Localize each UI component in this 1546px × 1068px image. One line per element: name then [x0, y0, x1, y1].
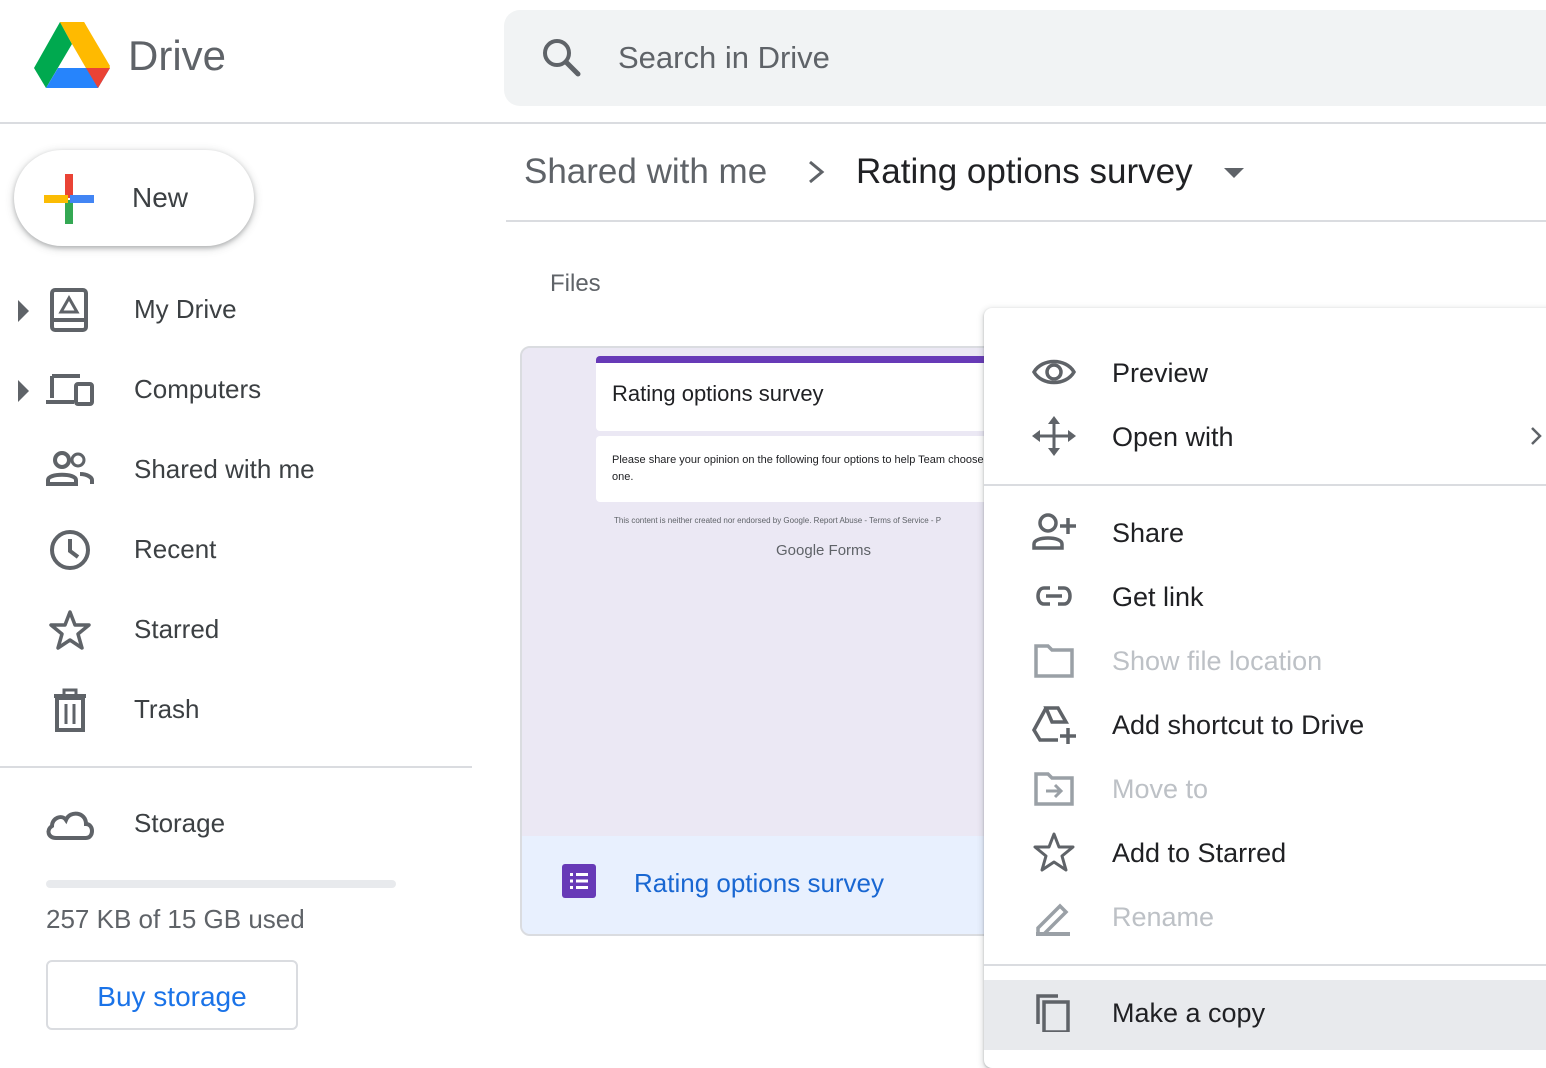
move-to-folder-icon	[1034, 772, 1074, 806]
context-menu: Preview Open with Share Get link Show fi…	[984, 308, 1546, 1068]
buy-storage-button[interactable]: Buy storage	[46, 960, 298, 1030]
thumbnail-form-title: Rating options survey	[612, 381, 824, 406]
folder-icon	[1034, 644, 1074, 678]
menu-item-label: Add shortcut to Drive	[1112, 710, 1365, 740]
shared-with-me-icon	[46, 451, 94, 486]
sidebar-item-shared-with-me[interactable]: Shared with me	[0, 434, 470, 508]
breadcrumb-parent[interactable]: Shared with me	[524, 152, 767, 192]
file-name[interactable]: Rating options survey	[634, 868, 884, 899]
menu-item-rename[interactable]: Rename	[984, 884, 1546, 948]
menu-item-label: Make a copy	[1112, 998, 1266, 1028]
sidebar-item-trash[interactable]: Trash	[0, 674, 470, 748]
cloud-icon	[46, 811, 94, 840]
search-icon[interactable]	[540, 36, 584, 80]
menu-item-open-with[interactable]: Open with	[984, 404, 1546, 468]
new-button[interactable]: New	[14, 150, 254, 246]
menu-item-label: Show file location	[1112, 646, 1323, 676]
sidebar-item-my-drive[interactable]: My Drive	[0, 274, 470, 348]
menu-item-preview[interactable]: Preview	[984, 340, 1546, 404]
menu-item-show-file-location[interactable]: Show file location	[984, 628, 1546, 692]
sidebar-item-label: Computers	[134, 374, 262, 404]
star-icon	[1033, 832, 1075, 872]
app-title[interactable]: Drive	[128, 32, 226, 80]
sidebar-item-computers[interactable]: Computers	[0, 354, 470, 428]
search-input[interactable]	[618, 32, 1518, 84]
thumbnail-brand: Google Forms	[776, 542, 872, 559]
sidebar-divider	[0, 766, 472, 768]
chevron-right-icon	[1531, 427, 1542, 445]
dropdown-arrow-icon[interactable]	[1224, 168, 1244, 178]
thumbnail-form-description: Please share your opinion on the followi…	[612, 454, 984, 483]
menu-item-label: Open with	[1112, 422, 1234, 452]
plus-icon	[44, 174, 94, 224]
menu-item-label: Move to	[1112, 774, 1209, 804]
sidebar-item-label: Trash	[134, 694, 200, 724]
menu-divider	[984, 964, 1546, 966]
storage-usage-bar	[46, 880, 396, 888]
copy-icon	[1036, 994, 1070, 1032]
sidebar-item-storage[interactable]: Storage	[0, 788, 470, 862]
breadcrumb-current[interactable]: Rating options survey	[856, 152, 1193, 192]
menu-item-label: Share	[1112, 518, 1185, 548]
menu-item-label: Add to Starred	[1112, 838, 1287, 868]
menu-item-label: Rename	[1112, 902, 1215, 932]
computers-icon	[46, 374, 94, 406]
top-bar: Drive	[0, 0, 1546, 124]
menu-divider	[984, 484, 1546, 486]
expand-arrow-icon[interactable]	[18, 300, 29, 322]
storage-label: Storage	[134, 808, 226, 838]
menu-item-share[interactable]: Share	[984, 500, 1546, 564]
sidebar-item-label: Shared with me	[134, 454, 315, 484]
sidebar-item-recent[interactable]: Recent	[0, 514, 470, 588]
trash-icon	[54, 688, 86, 732]
thumbnail-disclaimer: This content is neither created nor endo…	[614, 516, 942, 525]
sidebar-item-label: My Drive	[134, 294, 237, 324]
menu-item-label: Get link	[1112, 582, 1204, 612]
clock-icon	[50, 530, 90, 570]
star-icon	[49, 610, 91, 650]
sidebar-item-label: Starred	[134, 614, 220, 644]
new-button-label: New	[132, 182, 189, 213]
menu-item-move-to[interactable]: Move to	[984, 756, 1546, 820]
google-drive-logo-icon[interactable]	[34, 22, 110, 90]
sidebar-item-starred[interactable]: Starred	[0, 594, 470, 668]
google-forms-icon	[562, 864, 596, 898]
link-icon	[1036, 586, 1072, 606]
move-arrows-icon	[1032, 416, 1076, 456]
expand-arrow-icon[interactable]	[18, 380, 29, 402]
storage-used-text: 257 KB of 15 GB used	[46, 904, 305, 934]
menu-item-make-a-copy[interactable]: Make a copy	[984, 980, 1546, 1044]
my-drive-icon	[50, 288, 88, 332]
menu-item-get-link[interactable]: Get link	[984, 564, 1546, 628]
chevron-right-icon	[809, 160, 825, 184]
breadcrumb: Shared with me Rating options survey	[506, 124, 1546, 222]
eye-icon	[1032, 359, 1076, 385]
search-bar[interactable]	[504, 10, 1546, 106]
person-add-icon	[1032, 513, 1076, 550]
sidebar-item-label: Recent	[134, 534, 217, 564]
menu-item-label: Preview	[1112, 358, 1209, 388]
menu-item-add-to-starred[interactable]: Add to Starred	[984, 820, 1546, 884]
pencil-icon	[1036, 903, 1070, 936]
files-section-heading: Files	[550, 270, 601, 297]
menu-item-add-shortcut[interactable]: Add shortcut to Drive	[984, 692, 1546, 756]
add-shortcut-icon	[1032, 706, 1076, 744]
